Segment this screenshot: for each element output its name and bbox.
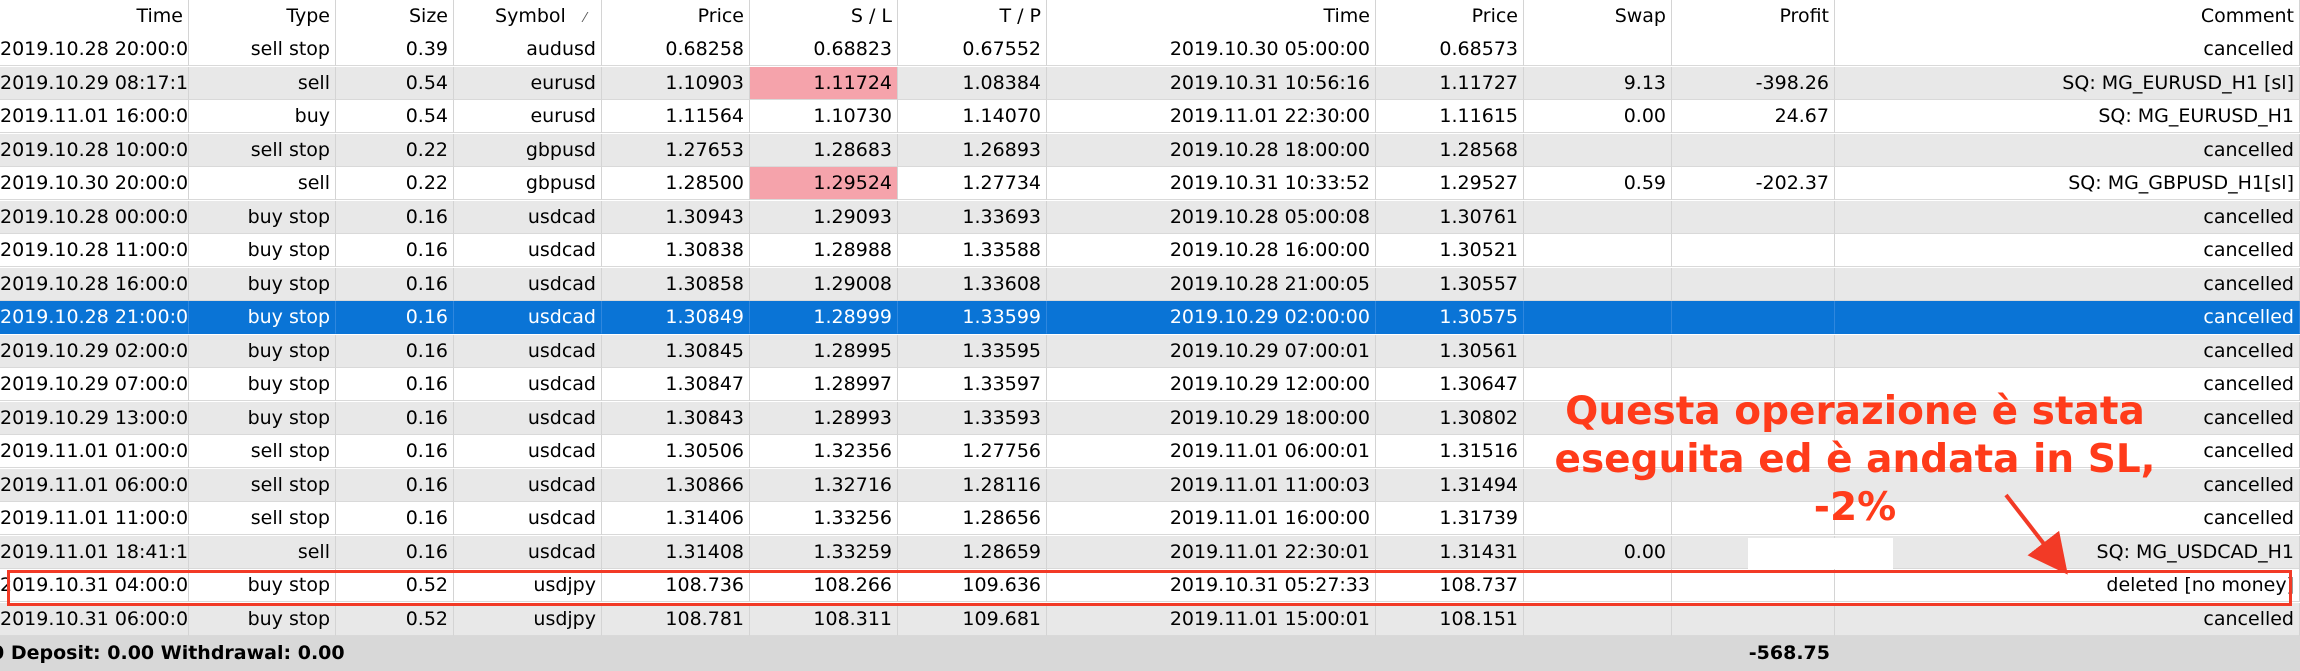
annotation-arrow-icon	[2004, 493, 2068, 575]
